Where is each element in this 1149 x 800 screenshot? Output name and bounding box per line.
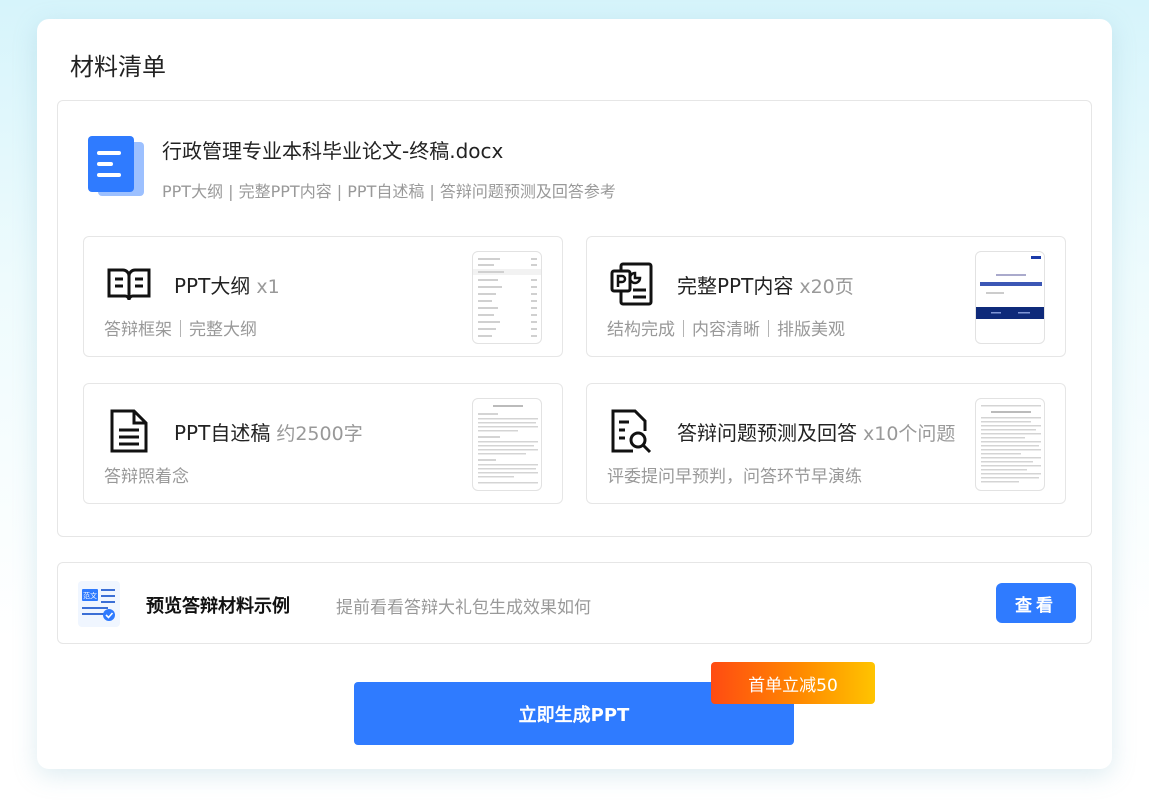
file-description: PPT大纲 | 完整PPT内容 | PPT自述稿 | 答辩问题预测及回答参考 xyxy=(162,182,616,201)
view-button[interactable]: 查看 xyxy=(996,583,1076,623)
preview-example-bar: 范文 预览答辩材料示例 提前看看答辩大礼包生成效果如何 查看 xyxy=(57,562,1092,644)
item-thumbnail xyxy=(472,398,542,491)
file-name: 行政管理专业本科毕业论文-终稿.docx xyxy=(162,139,504,163)
item-description: 结构完成｜内容清晰｜排版美观 xyxy=(607,320,845,340)
word-document-icon xyxy=(88,136,144,196)
discount-badge: 首单立减50 xyxy=(711,662,875,704)
item-description: 答辩照着念 xyxy=(104,467,189,487)
ppt-file-icon xyxy=(610,262,653,306)
materials-card: 材料清单 行政管理专业本科毕业论文-终稿.docx PPT大纲 | 完整PPT内… xyxy=(37,19,1112,769)
item-qa-prediction[interactable]: 答辩问题预测及回答 x10个问题 评委提问早预判，问答环节早演练 xyxy=(586,383,1066,504)
page-title: 材料清单 xyxy=(70,53,166,81)
sample-document-icon: 范文 xyxy=(78,581,120,627)
item-title: PPT大纲 x1 xyxy=(174,274,280,298)
preview-title: 预览答辩材料示例 xyxy=(146,596,290,617)
item-ppt-outline[interactable]: PPT大纲 x1 答辩框架｜完整大纲 xyxy=(83,236,563,357)
item-thumbnail xyxy=(975,398,1045,491)
open-book-icon xyxy=(107,268,151,301)
sample-document-label: 范文 xyxy=(83,591,97,600)
item-title: PPT自述稿 约2500字 xyxy=(174,421,363,445)
item-thumbnail xyxy=(975,251,1045,344)
item-full-ppt[interactable]: 完整PPT内容 x20页 结构完成｜内容清晰｜排版美观 xyxy=(586,236,1066,357)
preview-description: 提前看看答辩大礼包生成效果如何 xyxy=(336,598,591,618)
document-search-icon xyxy=(611,409,652,454)
item-description: 评委提问早预判，问答环节早演练 xyxy=(607,467,862,487)
item-title: 答辩问题预测及回答 x10个问题 xyxy=(677,421,956,445)
item-self-statement[interactable]: PPT自述稿 约2500字 答辩照着念 xyxy=(83,383,563,504)
item-description: 答辩框架｜完整大纲 xyxy=(104,320,257,340)
item-thumbnail xyxy=(472,251,542,344)
document-lines-icon xyxy=(110,409,148,453)
item-title: 完整PPT内容 x20页 xyxy=(677,274,854,298)
materials-list: 行政管理专业本科毕业论文-终稿.docx PPT大纲 | 完整PPT内容 | P… xyxy=(57,100,1092,537)
